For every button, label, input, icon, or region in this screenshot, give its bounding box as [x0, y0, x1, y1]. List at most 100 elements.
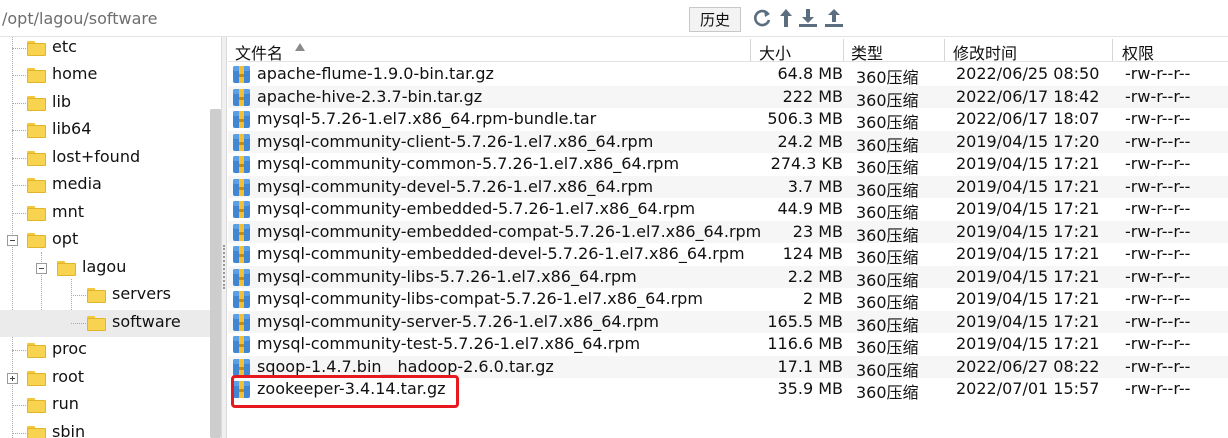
- table-row[interactable]: mysql-community-embedded-5.7.26-1.el7.x8…: [228, 198, 1228, 222]
- tree-item-run[interactable]: run: [0, 392, 210, 419]
- column-divider[interactable]: [843, 39, 844, 61]
- tree-item-lib[interactable]: lib: [0, 90, 210, 117]
- file-size: 274.3 KB: [770, 154, 843, 173]
- table-row[interactable]: mysql-community-server-5.7.26-1.el7.x86_…: [228, 310, 1228, 335]
- column-header-type[interactable]: 类型: [851, 40, 883, 64]
- file-modified-time: 2022/06/25 08:50: [956, 64, 1100, 83]
- refresh-icon[interactable]: [751, 7, 773, 29]
- archive-file-icon: [233, 156, 250, 173]
- column-header-name[interactable]: 文件名: [235, 40, 283, 64]
- file-modified-time: 2019/04/15 17:20: [956, 131, 1100, 151]
- column-header-size[interactable]: 大小: [759, 40, 791, 64]
- file-type: 360压缩: [856, 383, 919, 402]
- table-row[interactable]: apache-hive-2.3.7-bin.tar.gz 222 MB 360压缩 2…: [228, 85, 1228, 110]
- file-type: 360压缩: [856, 225, 919, 245]
- file-type: 360压缩: [856, 293, 919, 312]
- tree-item-etc[interactable]: etc: [0, 37, 210, 62]
- file-type: 360压缩: [856, 248, 919, 267]
- file-type: 360压缩: [856, 158, 919, 177]
- tree-scrollbar[interactable]: [210, 109, 221, 438]
- file-name: apache-flume-1.9.0-bin.tar.gz: [257, 64, 494, 83]
- archive-file-icon: [233, 381, 250, 398]
- file-modified-time: 2019/04/15 17:21: [956, 199, 1100, 218]
- folder-icon: [27, 206, 46, 221]
- tree-item-lagou[interactable]: lagou: [0, 255, 210, 282]
- file-type: 360压缩: [856, 360, 919, 380]
- history-button[interactable]: 历史: [689, 7, 741, 32]
- table-row[interactable]: zookeeper-3.4.14.tar.gz 35.9 MB 360压缩 2022/…: [228, 378, 1228, 402]
- tree-item-label: root: [52, 367, 85, 386]
- archive-file-icon: [233, 358, 250, 376]
- file-size: 116.6 MB: [767, 334, 843, 353]
- table-row[interactable]: mysql-community-test-5.7.26-1.el7.x86_64…: [228, 333, 1228, 357]
- file-type: 360压缩: [856, 113, 919, 132]
- file-name: mysql-community-embedded-5.7.26-1.el7.x8…: [257, 199, 696, 218]
- path-input[interactable]: [0, 4, 688, 32]
- tree-item-label: sbin: [52, 422, 86, 438]
- file-name: mysql-community-embedded-devel-5.7.26-1.…: [257, 244, 745, 263]
- file-name: mysql-community-client-5.7.26-1.el7.x86_…: [257, 131, 654, 151]
- file-modified-time: 2019/04/15 17:21: [956, 266, 1100, 286]
- tree-item-proc[interactable]: proc: [0, 337, 210, 364]
- tree-item-media[interactable]: media: [0, 172, 210, 199]
- column-header-modified[interactable]: 修改时间: [953, 40, 1017, 64]
- file-name: mysql-community-libs-5.7.26-1.el7.x86_64…: [257, 266, 637, 286]
- file-modified-time: 2019/04/15 17:21: [956, 289, 1100, 308]
- file-size: 64.8 MB: [777, 64, 844, 83]
- column-divider[interactable]: [1112, 39, 1113, 61]
- column-divider[interactable]: [750, 39, 751, 61]
- tree-item-software[interactable]: software: [0, 310, 210, 337]
- tree-item-lib64[interactable]: lib64: [0, 117, 210, 144]
- table-row[interactable]: apache-flume-1.9.0-bin.tar.gz 64.8 MB 360压…: [228, 63, 1228, 87]
- tree-item-lost-found[interactable]: lost+found: [0, 145, 210, 172]
- file-list-header: 文件名 大小 类型 修改时间 权限: [228, 37, 1228, 64]
- file-modified-time: 2019/04/15 17:21: [956, 244, 1100, 263]
- file-permissions: -rw-r--r--: [1125, 356, 1191, 376]
- table-row[interactable]: mysql-community-libs-compat-5.7.26-1.el7…: [228, 288, 1228, 312]
- folder-icon: [27, 398, 46, 413]
- table-row[interactable]: mysql-community-devel-5.7.26-1.el7.x86_6…: [228, 175, 1228, 200]
- table-row[interactable]: mysql-community-embedded-compat-5.7.26-1…: [228, 220, 1228, 245]
- archive-file-icon: [233, 88, 250, 106]
- tree-item-label: opt: [52, 229, 79, 248]
- file-type: 360压缩: [856, 203, 919, 222]
- file-name: apache-hive-2.3.7-bin.tar.gz: [257, 86, 483, 106]
- table-row[interactable]: sqoop-1.4.7.bin__hadoop-2.6.0.tar.gz 17.1…: [228, 355, 1228, 380]
- tree-item-root[interactable]: root: [0, 365, 210, 392]
- table-row[interactable]: mysql-community-libs-5.7.26-1.el7.x86_64…: [228, 265, 1228, 290]
- tree-item-label: mnt: [52, 202, 84, 221]
- collapse-toggle-icon[interactable]: [7, 235, 18, 246]
- column-divider[interactable]: [944, 39, 945, 61]
- up-arrow-icon[interactable]: [775, 7, 797, 29]
- path-toolbar: 历史: [0, 0, 1228, 37]
- tree-item-home[interactable]: home: [0, 62, 210, 89]
- table-row[interactable]: mysql-community-client-5.7.26-1.el7.x86_…: [228, 130, 1228, 155]
- folder-icon: [27, 68, 46, 83]
- archive-file-icon: [233, 201, 250, 218]
- folder-icon: [27, 96, 46, 111]
- file-type: 360压缩: [856, 270, 919, 290]
- file-type: 360压缩: [856, 68, 919, 87]
- sort-ascending-icon: [295, 43, 305, 51]
- tree-item-mnt[interactable]: mnt: [0, 200, 210, 227]
- collapse-toggle-icon[interactable]: [36, 263, 47, 274]
- column-header-permissions[interactable]: 权限: [1122, 40, 1154, 64]
- table-row[interactable]: mysql-5.7.26-1.el7.x86_64.rpm-bundle.tar…: [228, 108, 1228, 132]
- file-size: 124 MB: [782, 244, 843, 263]
- tree-item-servers[interactable]: servers: [0, 282, 210, 309]
- file-size: 23 MB: [792, 221, 843, 241]
- tree-item-opt[interactable]: opt: [0, 227, 210, 254]
- file-permissions: -rw-r--r--: [1125, 311, 1191, 331]
- table-row[interactable]: mysql-community-embedded-devel-5.7.26-1.…: [228, 243, 1228, 267]
- file-permissions: -rw-r--r--: [1125, 176, 1191, 196]
- folder-icon: [27, 123, 46, 138]
- upload-icon[interactable]: [823, 7, 845, 29]
- pane-splitter[interactable]: [221, 37, 227, 438]
- tree-item-label: lagou: [82, 257, 127, 276]
- download-icon[interactable]: [797, 7, 819, 29]
- tree-item-label: etc: [52, 37, 77, 56]
- expand-toggle-icon[interactable]: [7, 373, 18, 384]
- table-row[interactable]: mysql-community-common-5.7.26-1.el7.x86_…: [228, 153, 1228, 177]
- tree-item-sbin[interactable]: sbin: [0, 420, 210, 438]
- file-name: zookeeper-3.4.14.tar.gz: [257, 379, 446, 398]
